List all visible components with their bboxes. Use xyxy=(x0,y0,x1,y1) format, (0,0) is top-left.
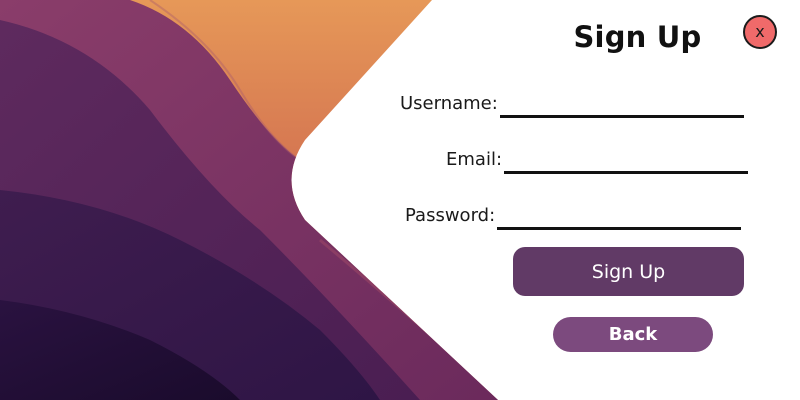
close-button[interactable]: x xyxy=(743,15,777,49)
signup-window: x Sign Up Username: Email: Password: Sig… xyxy=(0,0,800,400)
signup-button[interactable]: Sign Up xyxy=(513,247,744,296)
back-button[interactable]: Back xyxy=(553,317,713,352)
password-label: Password: xyxy=(405,205,496,226)
password-row: Password: xyxy=(405,200,742,230)
page-title: Sign Up xyxy=(573,20,702,54)
email-row: Email: xyxy=(446,144,749,174)
email-label: Email: xyxy=(446,149,503,170)
username-row: Username: xyxy=(400,88,744,118)
password-input[interactable] xyxy=(497,205,742,230)
username-input[interactable] xyxy=(499,93,744,118)
email-input[interactable] xyxy=(504,149,749,174)
close-icon: x xyxy=(755,22,765,41)
username-label: Username: xyxy=(400,93,498,114)
